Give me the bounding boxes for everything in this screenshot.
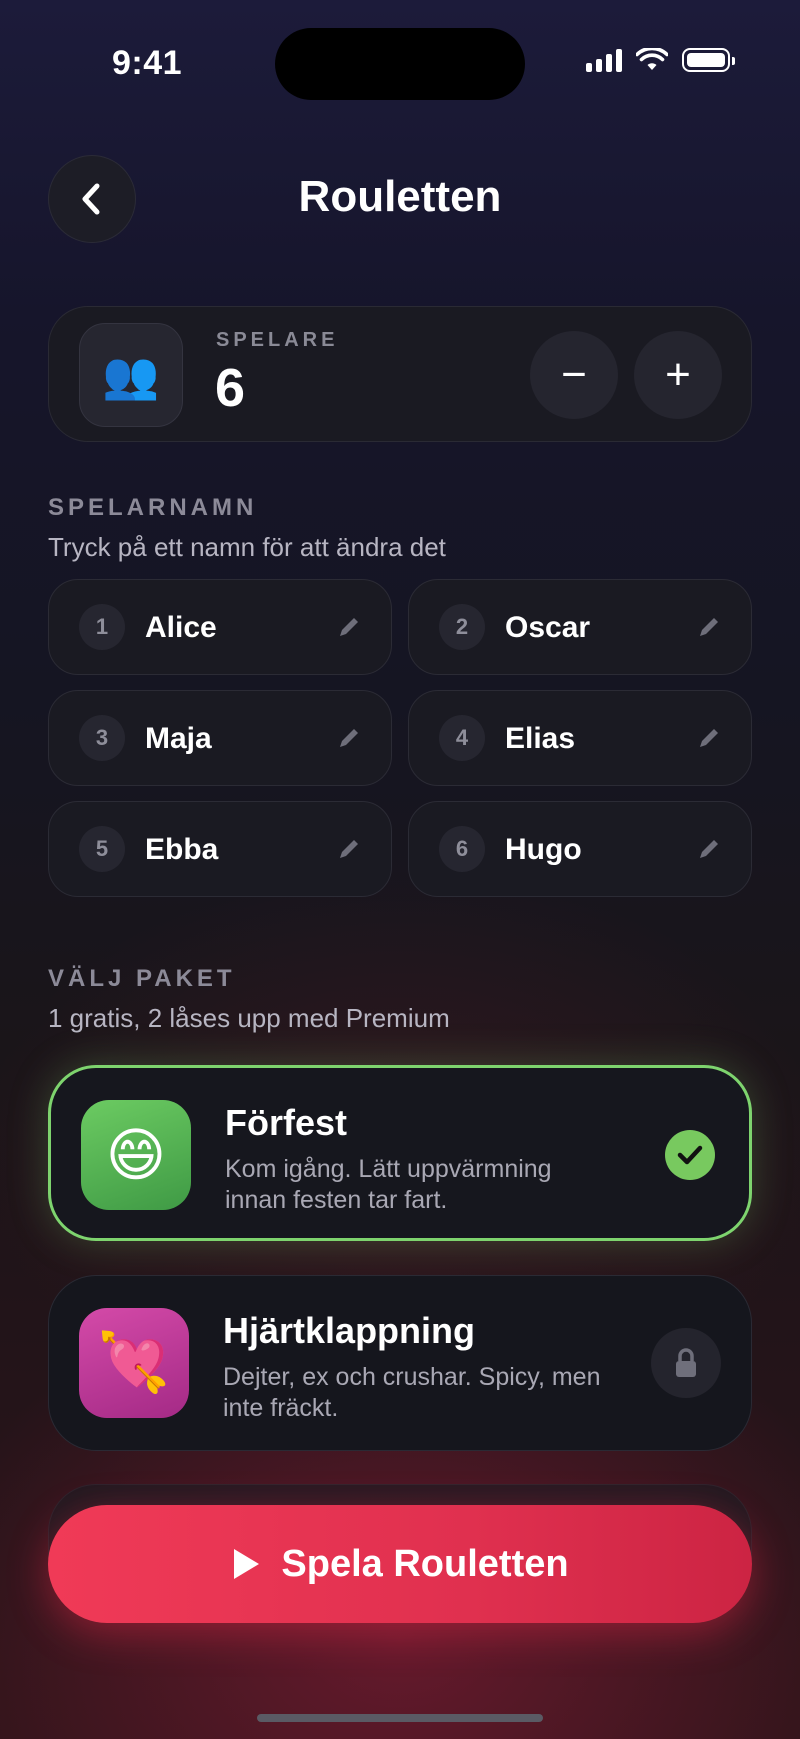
player-name: Elias	[505, 722, 576, 755]
player-number: 3	[79, 715, 125, 761]
page-title: Rouletten	[298, 172, 502, 221]
pencil-icon	[700, 840, 718, 858]
pencil-icon	[700, 729, 718, 747]
player-name-tile[interactable]: 1 Alice	[48, 579, 392, 675]
player-name-tile[interactable]: 4 Elias	[408, 690, 752, 786]
package-title: Hjärtklappning	[223, 1310, 476, 1351]
player-number: 2	[439, 604, 485, 650]
play-roulette-button[interactable]: Spela Rouletten	[48, 1505, 752, 1623]
package-title: Förfest	[225, 1102, 348, 1143]
wifi-icon	[636, 48, 668, 70]
player-name-tile[interactable]: 2 Oscar	[408, 579, 752, 675]
player-name: Hugo	[505, 833, 582, 866]
pencil-icon	[700, 618, 718, 636]
player-count-card: 👥 SPELARE 6 − +	[48, 306, 752, 442]
pencil-icon	[340, 729, 358, 747]
status-icons	[586, 48, 735, 72]
package-card-hjartklappning[interactable]: 💘 Hjärtklappning Dejter, ex och crushar.…	[48, 1275, 752, 1451]
player-name: Maja	[145, 722, 212, 755]
player-number: 4	[439, 715, 485, 761]
player-name: Ebba	[145, 833, 219, 866]
players-count: 6	[215, 358, 246, 418]
play-button-label: Spela Rouletten	[281, 1542, 569, 1585]
people-icon: 👥	[79, 323, 183, 427]
dynamic-island	[275, 28, 525, 100]
pencil-icon	[340, 618, 358, 636]
decrease-players-button[interactable]: −	[530, 331, 618, 419]
package-description: Kom igång. Lätt uppvärmning innan festen…	[225, 1155, 552, 1214]
check-icon	[665, 1130, 715, 1180]
players-label: SPELARE	[216, 329, 339, 351]
status-time: 9:41	[112, 44, 183, 82]
battery-icon	[682, 48, 735, 72]
cellular-signal-icon	[586, 48, 622, 72]
names-section-subtitle: Tryck på ett namn för att ändra det	[48, 532, 446, 562]
player-name: Oscar	[505, 611, 591, 644]
package-description: Dejter, ex och crushar. Spicy, men inte …	[223, 1363, 601, 1422]
player-name-tile[interactable]: 3 Maja	[48, 690, 392, 786]
play-icon	[234, 1549, 260, 1579]
packages-section-label: VÄLJ PAKET	[48, 965, 236, 992]
lock-icon	[651, 1328, 721, 1398]
player-name-tile[interactable]: 5 Ebba	[48, 801, 392, 897]
grinning-face-icon: 😄	[81, 1100, 191, 1210]
player-number: 6	[439, 826, 485, 872]
package-card-forfest[interactable]: 😄 Förfest Kom igång. Lätt uppvärmning in…	[48, 1065, 752, 1241]
increase-players-button[interactable]: +	[634, 331, 722, 419]
packages-section-subtitle: 1 gratis, 2 låses upp med Premium	[48, 1003, 450, 1033]
heart-arrow-icon: 💘	[79, 1308, 189, 1418]
player-number: 5	[79, 826, 125, 872]
home-indicator	[257, 1714, 543, 1722]
pencil-icon	[340, 840, 358, 858]
names-section-label: SPELARNAMN	[48, 494, 258, 521]
player-number: 1	[79, 604, 125, 650]
player-name: Alice	[145, 611, 217, 644]
player-name-tile[interactable]: 6 Hugo	[408, 801, 752, 897]
